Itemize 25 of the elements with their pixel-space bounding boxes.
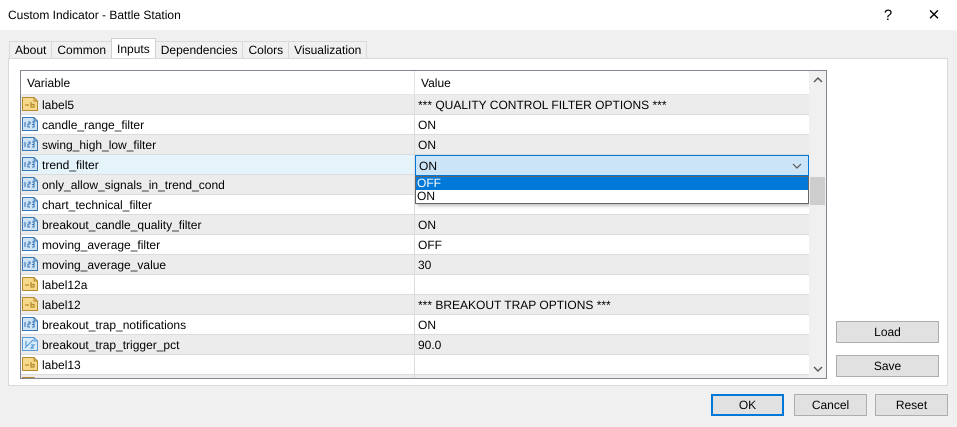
variable-name: label12 bbox=[42, 297, 81, 314]
value-text: *** BREAKOUT TRAP OPTIONS *** bbox=[418, 298, 611, 312]
variable-name: moving_average_value bbox=[42, 257, 166, 274]
window-title: Custom Indicator - Battle Station bbox=[7, 8, 182, 22]
column-header: Value bbox=[420, 74, 451, 92]
value-text: 90.0 bbox=[418, 338, 442, 352]
variable-name: moving_average_filter bbox=[42, 237, 160, 254]
variable-name: breakout_trap_trigger_pct bbox=[42, 337, 180, 354]
variable-name: label5 bbox=[42, 97, 74, 114]
variable-name: label13 bbox=[42, 357, 81, 374]
value-text: OFF bbox=[418, 238, 442, 252]
column-header: Variable bbox=[21, 71, 415, 94]
variable-name: trend_filter bbox=[42, 157, 99, 174]
value-text: ON bbox=[418, 318, 436, 332]
value-text: ON bbox=[418, 118, 436, 132]
variable-name: only_allow_signals_in_trend_cond bbox=[42, 177, 225, 194]
variable-name: breakout_trap_notifications bbox=[42, 317, 186, 334]
value-text: ON bbox=[418, 138, 436, 152]
variable-name: breakout_candle_quality_filter bbox=[42, 217, 202, 234]
value-text: *** QUALITY CONTROL FILTER OPTIONS *** bbox=[418, 98, 666, 112]
variable-name: candle_range_filter bbox=[42, 117, 144, 134]
value-text: ON bbox=[418, 218, 436, 232]
variable-name: label12a bbox=[42, 277, 88, 294]
variable-name: swing_high_low_filter bbox=[42, 137, 156, 154]
value-text: 30 bbox=[418, 258, 432, 272]
